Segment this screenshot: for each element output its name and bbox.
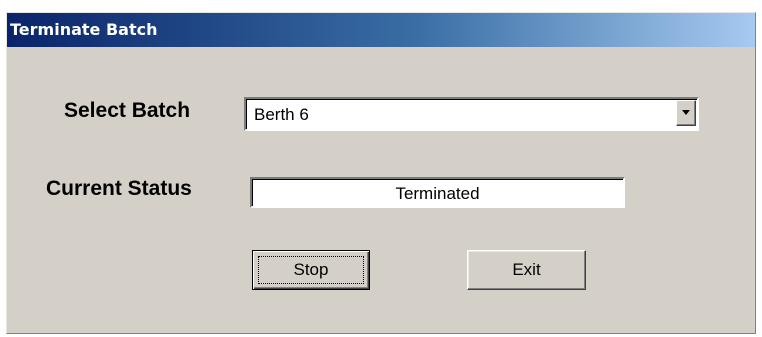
select-batch-label: Select Batch — [64, 99, 191, 122]
terminate-batch-dialog: Terminate Batch Select Batch Berth 6 Cur… — [6, 12, 756, 334]
dropdown-button[interactable] — [676, 100, 696, 126]
window-title: Terminate Batch — [10, 20, 158, 39]
current-status-field: Terminated — [250, 177, 625, 208]
focus-rectangle — [258, 256, 364, 284]
exit-button-label: Exit — [512, 260, 541, 279]
exit-button[interactable]: Exit — [467, 250, 586, 290]
current-status-value: Terminated — [395, 184, 480, 203]
title-bar[interactable]: Terminate Batch — [7, 13, 755, 47]
stop-button[interactable]: Stop — [252, 250, 370, 290]
select-batch-value: Berth 6 — [254, 105, 309, 124]
select-batch-dropdown[interactable]: Berth 6 — [244, 97, 699, 131]
current-status-label: Current Status — [46, 177, 192, 200]
chevron-down-icon — [682, 110, 690, 115]
